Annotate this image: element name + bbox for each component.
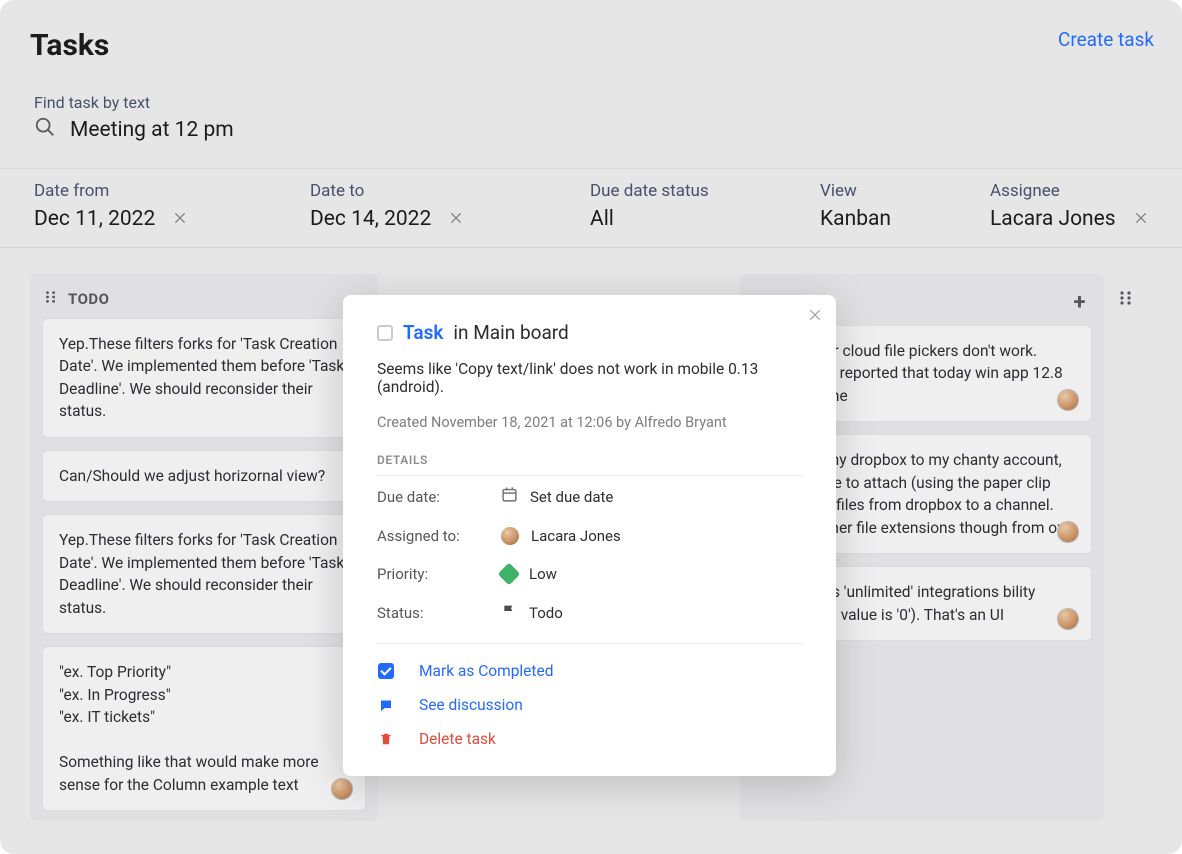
search-value: Meeting at 12 pm <box>70 118 234 142</box>
filter-view[interactable]: View Kanban <box>790 181 960 231</box>
board-column-todo: TODO Yep.These filters forks for 'Task C… <box>30 274 378 821</box>
page-header: Tasks Create task <box>0 0 1182 63</box>
detail-value: Lacara Jones <box>531 527 621 545</box>
clear-icon[interactable] <box>1134 210 1148 229</box>
detail-value: Todo <box>529 604 563 622</box>
details-heading: DETAILS <box>377 453 802 476</box>
task-link[interactable]: Task <box>403 321 443 344</box>
mark-completed-button[interactable]: Mark as Completed <box>377 662 802 680</box>
search-section: Find task by text Meeting at 12 pm <box>0 63 1182 144</box>
avatar <box>1057 521 1079 543</box>
delete-task-button[interactable]: Delete task <box>377 730 802 748</box>
filter-label: Assignee <box>990 181 1152 201</box>
filter-due-status[interactable]: Due date status All <box>560 181 790 231</box>
detail-value: Set due date <box>530 488 613 506</box>
avatar <box>331 778 353 800</box>
task-detail-modal: Task in Main board Seems like 'Copy text… <box>343 295 836 776</box>
check-icon <box>378 663 394 679</box>
task-card[interactable]: "ex. Top Priority" "ex. In Progress" "ex… <box>42 646 366 811</box>
filter-value: Dec 14, 2022 <box>310 207 431 231</box>
detail-label: Due date: <box>377 488 501 506</box>
filter-date-from[interactable]: Date from Dec 11, 2022 <box>0 181 280 231</box>
detail-value: Low <box>529 565 557 583</box>
column-header[interactable]: TODO <box>30 274 378 318</box>
chat-icon <box>377 698 395 713</box>
clear-icon[interactable] <box>173 210 187 229</box>
clear-icon[interactable] <box>449 210 463 229</box>
task-card[interactable]: Can/Should we adjust horizornal view? <box>42 450 366 502</box>
filter-label: View <box>820 181 930 201</box>
avatar <box>1057 389 1079 411</box>
detail-label: Priority: <box>377 565 501 583</box>
filter-assignee[interactable]: Assignee Lacara Jones <box>960 181 1182 231</box>
drag-icon[interactable] <box>1118 290 1134 821</box>
search-label: Find task by text <box>34 93 1152 112</box>
detail-status[interactable]: Status: Todo <box>377 593 802 633</box>
detail-label: Assigned to: <box>377 527 501 545</box>
create-task-link[interactable]: Create task <box>1058 28 1154 51</box>
close-icon[interactable] <box>808 307 822 326</box>
modal-header: Task in Main board <box>377 321 802 344</box>
column-title: TODO <box>68 290 110 308</box>
modal-actions: Mark as Completed See discussion Delete … <box>377 643 802 748</box>
app-root: Tasks Create task Find task by text Meet… <box>0 0 1182 854</box>
filter-bar: Date from Dec 11, 2022 Date to Dec 14, 2… <box>0 168 1182 248</box>
filter-date-to[interactable]: Date to Dec 14, 2022 <box>280 181 560 231</box>
add-card-icon[interactable]: + <box>1074 290 1087 315</box>
task-created-meta: Created November 18, 2021 at 12:06 by Al… <box>377 414 802 431</box>
filter-value: Kanban <box>820 207 891 231</box>
see-discussion-button[interactable]: See discussion <box>377 696 802 714</box>
drag-icon[interactable] <box>44 290 58 308</box>
detail-due-date[interactable]: Due date: Set due date <box>377 476 802 517</box>
page-title: Tasks <box>30 28 109 63</box>
task-location: in Main board <box>453 321 568 344</box>
avatar <box>501 527 519 545</box>
trash-icon <box>377 731 395 747</box>
task-card[interactable]: Yep.These filters forks for 'Task Creati… <box>42 318 366 438</box>
filter-value: Dec 11, 2022 <box>34 207 155 231</box>
calendar-icon <box>501 486 518 507</box>
task-checkbox[interactable] <box>377 325 393 341</box>
task-card[interactable]: Yep.These filters forks for 'Task Creati… <box>42 514 366 634</box>
search-input[interactable]: Meeting at 12 pm <box>34 116 1152 144</box>
task-description: Seems like 'Copy text/link' does not wor… <box>377 360 802 396</box>
next-column-handle[interactable] <box>1118 274 1146 821</box>
avatar <box>1057 608 1079 630</box>
detail-label: Status: <box>377 604 501 622</box>
filter-label: Date to <box>310 181 530 201</box>
filter-value: All <box>590 207 614 231</box>
filter-value: Lacara Jones <box>990 207 1116 231</box>
priority-icon <box>498 563 521 586</box>
detail-priority[interactable]: Priority: Low <box>377 555 802 593</box>
detail-assigned[interactable]: Assigned to: Lacara Jones <box>377 517 802 555</box>
search-icon <box>34 116 56 144</box>
flag-icon <box>501 603 517 623</box>
filter-label: Due date status <box>590 181 760 201</box>
filter-label: Date from <box>34 181 250 201</box>
